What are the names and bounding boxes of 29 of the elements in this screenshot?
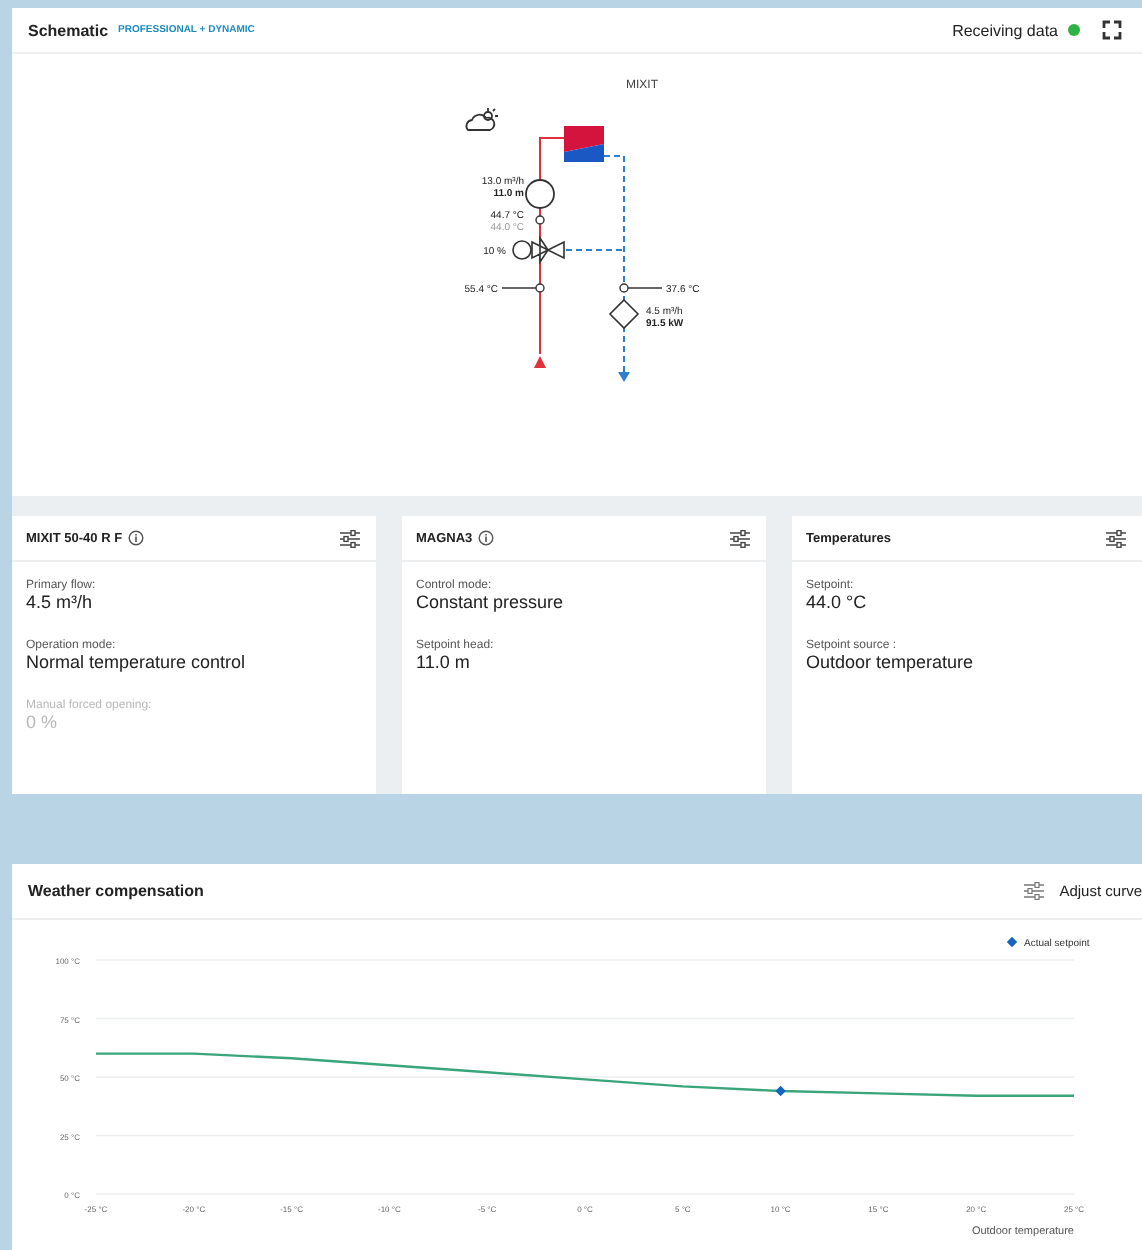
info-icon[interactable] [478, 530, 495, 546]
pump-icon [525, 179, 555, 209]
info-icon[interactable] [128, 530, 145, 546]
panel-title: Schematic [28, 21, 109, 39]
return-arrow [618, 372, 630, 382]
legend-marker [1006, 936, 1018, 948]
valve-icon [512, 235, 565, 265]
sensor-icon [535, 215, 545, 225]
status-text: Receiving data [952, 21, 1058, 39]
fullscreen-icon[interactable] [1102, 20, 1122, 40]
field-value: 4.5 m³/h [26, 592, 95, 612]
field-value: 0 % [26, 712, 60, 732]
field-value: 44.0 °C [806, 592, 869, 612]
settings-icon[interactable] [340, 529, 360, 547]
meter-icon [608, 298, 640, 330]
field-value: Constant pressure [416, 592, 566, 612]
settings-icon[interactable] [1106, 529, 1126, 547]
field-value: Outdoor temperature [806, 652, 976, 672]
sensor-icon [501, 283, 545, 293]
field-value: 11.0 m [416, 652, 472, 672]
setpoint-marker [775, 1085, 786, 1097]
flow-arrow [534, 356, 546, 368]
settings-icon [1023, 882, 1044, 900]
panel-title: Weather compensation [28, 882, 204, 900]
sensor-icon [619, 283, 663, 293]
settings-icon[interactable] [730, 529, 750, 547]
heat-exchanger-drawing [564, 126, 604, 162]
field-value: Normal temperature control [26, 652, 248, 672]
weather-icon [465, 107, 499, 131]
